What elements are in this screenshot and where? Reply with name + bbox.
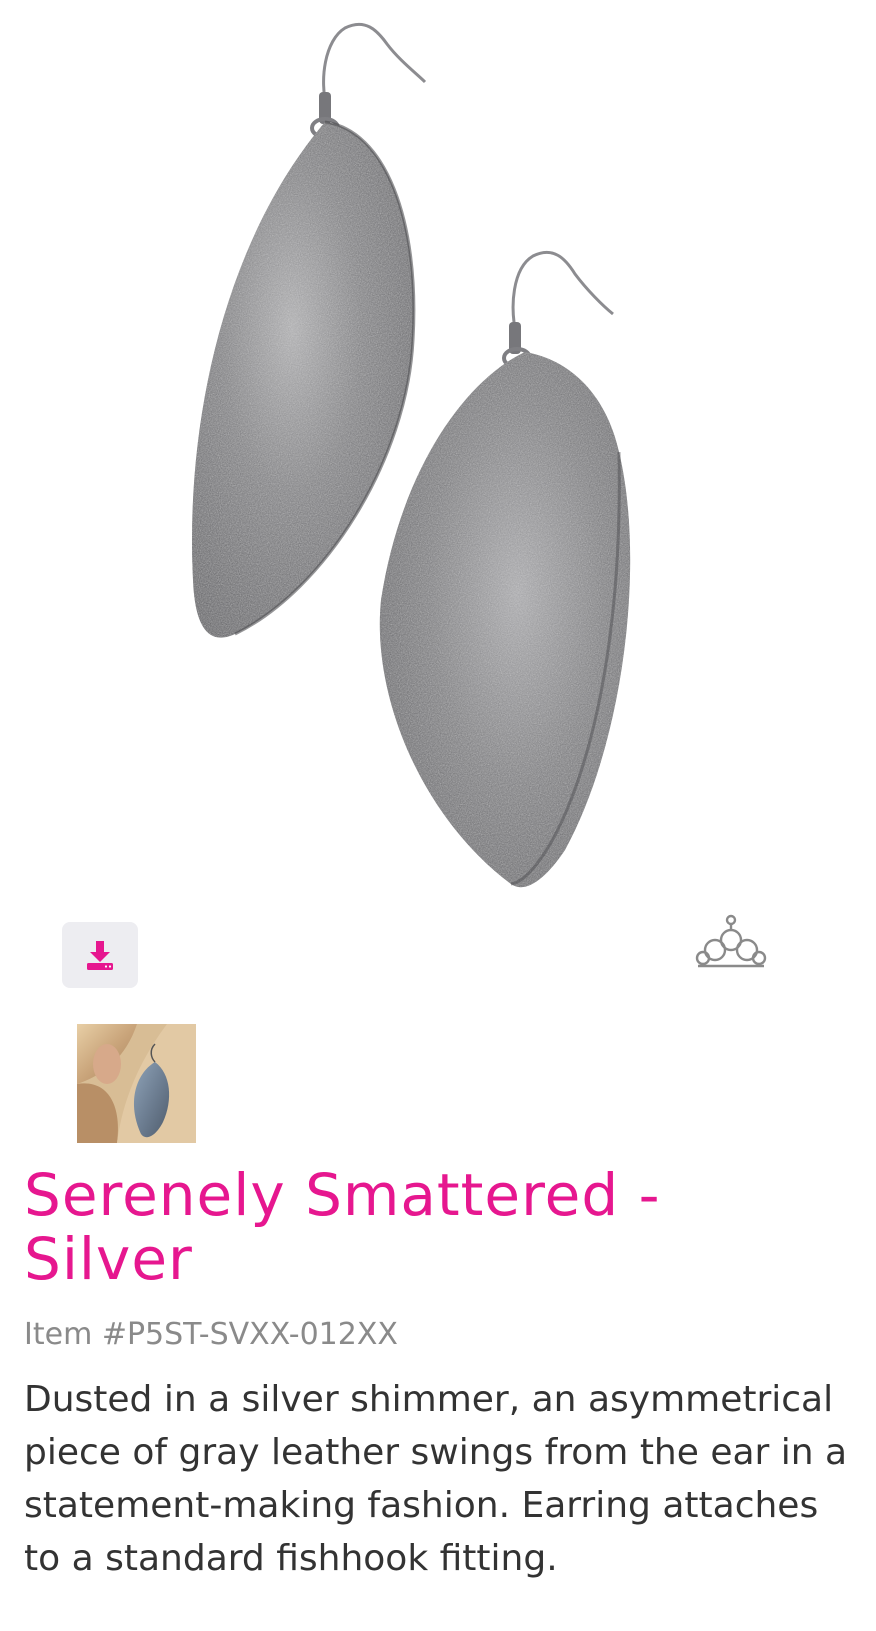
product-description: Dusted in a silver shimmer, an asymmetri…	[24, 1379, 848, 1579]
crown-logo-icon	[694, 914, 768, 970]
product-image[interactable]	[25, 0, 781, 1000]
earrings-image	[192, 22, 631, 888]
product-page: Serenely Smattered - Silver Item #P5ST-S…	[0, 0, 876, 1631]
product-thumbnail[interactable]	[77, 1024, 196, 1143]
product-title: Serenely Smattered - Silver	[24, 1161, 661, 1293]
thumbnail-image	[77, 1024, 196, 1143]
download-button[interactable]	[62, 922, 138, 988]
download-icon	[84, 939, 116, 971]
item-number: Item #P5ST-SVXX-012XX	[24, 1317, 398, 1352]
